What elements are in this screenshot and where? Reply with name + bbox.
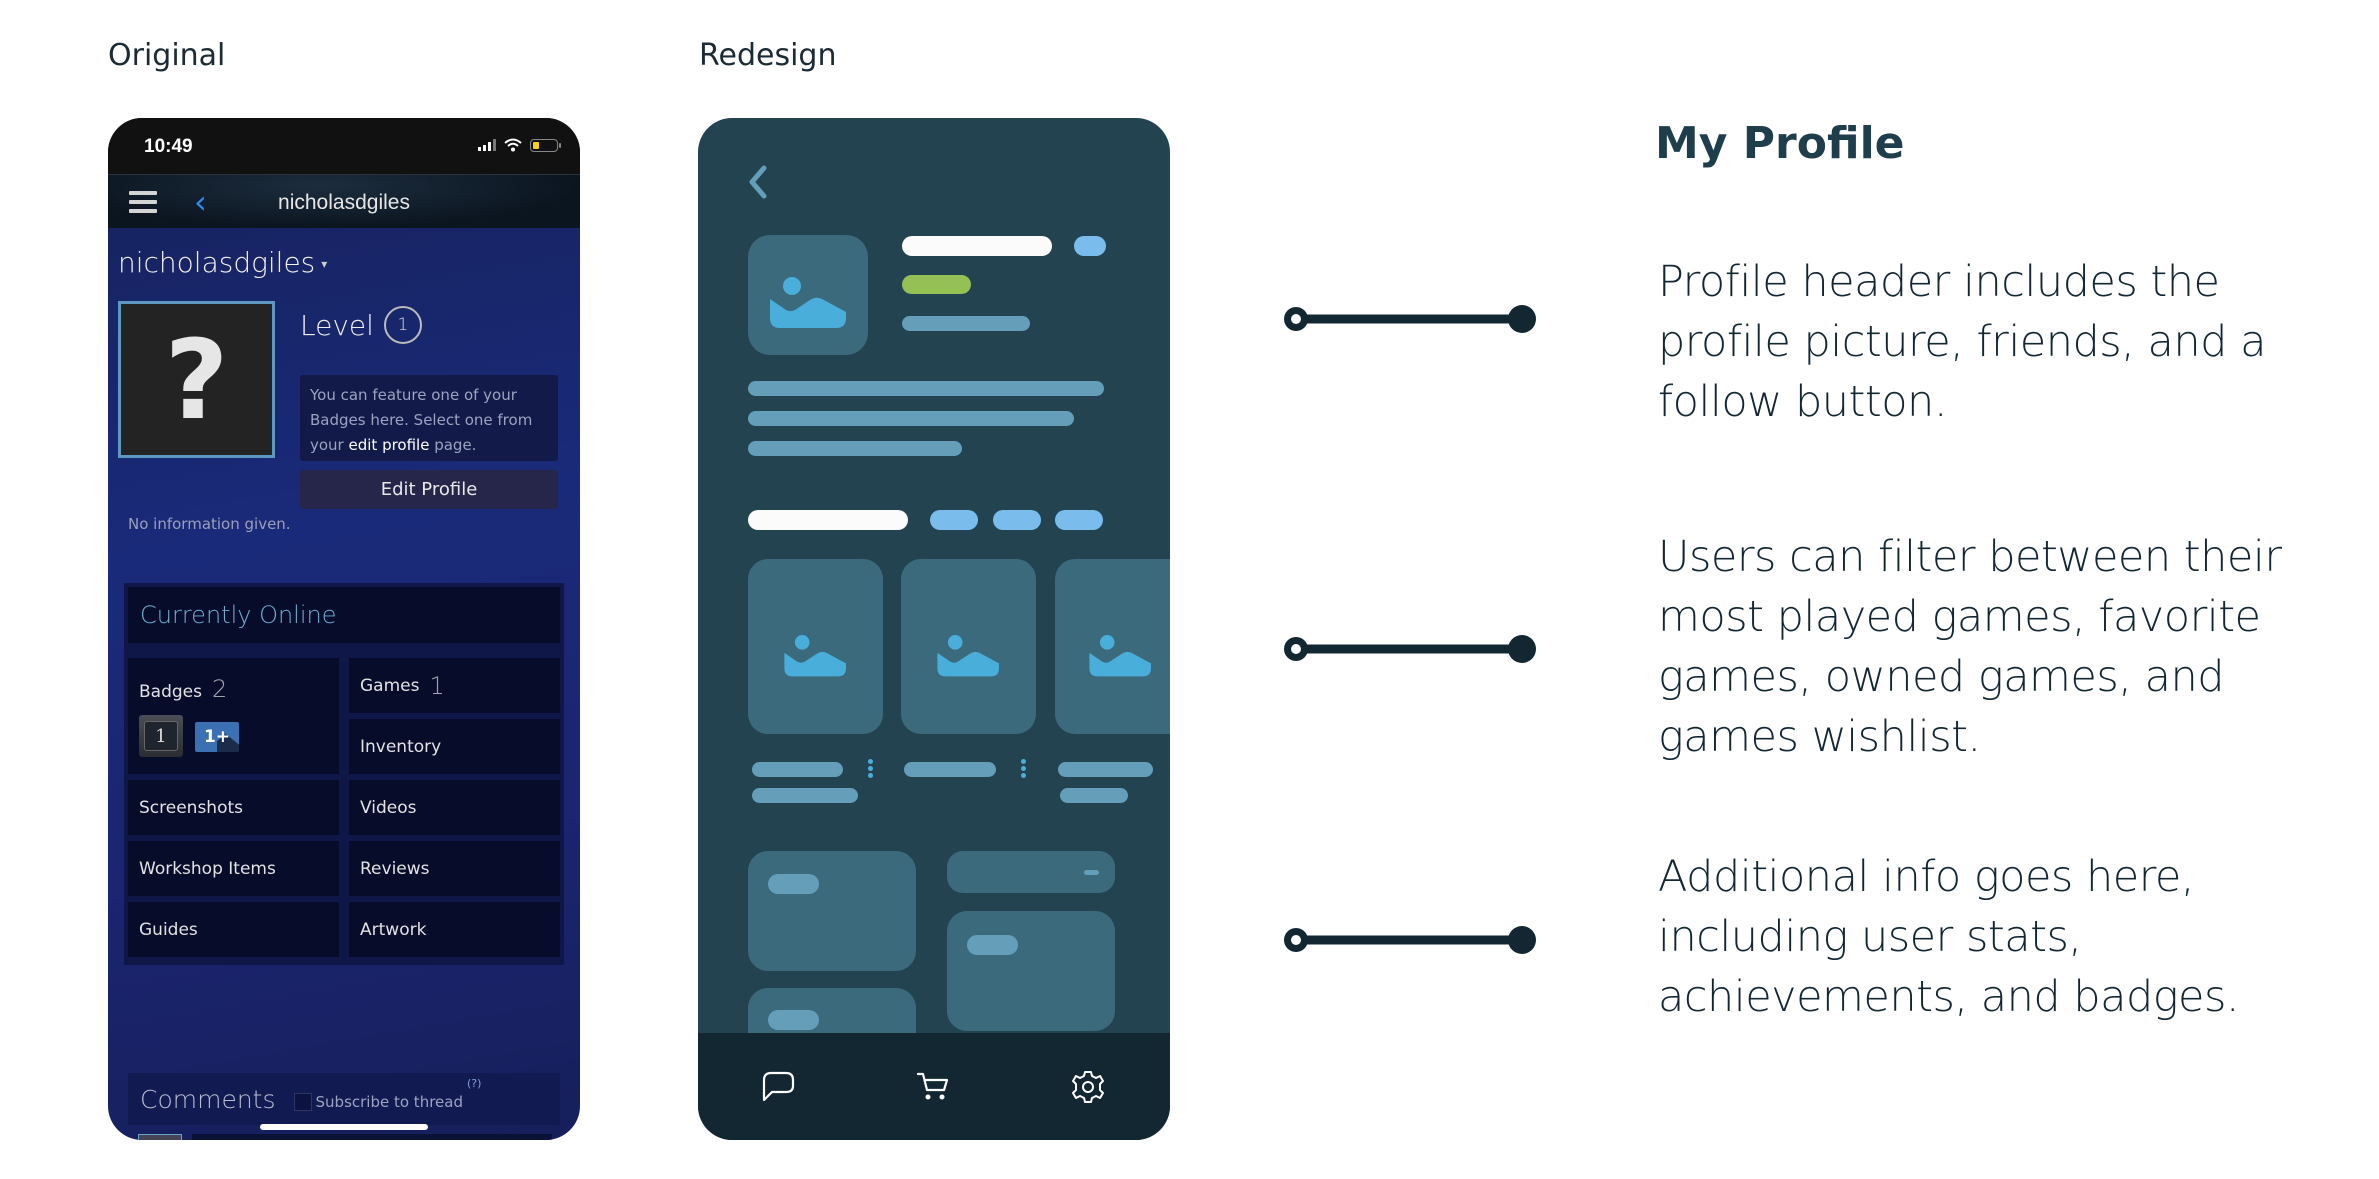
inventory-link[interactable]: Inventory	[349, 719, 560, 774]
feature-text-end: page.	[429, 436, 477, 454]
username-text: nicholasdgiles	[118, 246, 316, 279]
follow-button-placeholder[interactable]	[902, 275, 971, 294]
original-label: Original	[108, 38, 226, 73]
comment-input[interactable]	[192, 1134, 552, 1140]
image-icon	[1089, 635, 1151, 677]
game-card[interactable]	[901, 559, 1036, 734]
badges-count: 2	[211, 675, 228, 703]
card-label-placeholder	[967, 935, 1018, 955]
game-title-placeholder	[752, 762, 843, 777]
achievements-card[interactable]	[947, 851, 1115, 893]
chevron-left-icon[interactable]	[746, 164, 770, 200]
avatar: ?	[118, 301, 275, 458]
home-indicator	[260, 1124, 428, 1130]
reviews-link[interactable]: Reviews	[349, 841, 560, 896]
image-icon	[937, 635, 999, 677]
nav-title: nicholasdgiles	[278, 191, 410, 214]
bio-line	[748, 441, 962, 456]
artwork-link[interactable]: Artwork	[349, 902, 560, 957]
game-card[interactable]	[1055, 559, 1170, 734]
display-name-placeholder	[902, 236, 1052, 256]
annotation-connector-2	[1284, 635, 1536, 663]
filter-chip[interactable]	[930, 510, 978, 530]
game-title-placeholder	[1058, 762, 1153, 777]
redesign-phone-wireframe	[698, 118, 1170, 1140]
level-indicator: Level 1	[300, 306, 422, 344]
username-dropdown[interactable]: nicholasdgiles ▾	[118, 246, 327, 279]
featured-badge-hint: You can feature one of your Badges here.…	[300, 375, 558, 461]
badge-item[interactable]: 1	[139, 715, 183, 757]
image-icon	[784, 635, 846, 677]
status-time: 10:49	[144, 136, 193, 157]
bottom-tab-bar	[698, 1033, 1170, 1140]
comments-header: Comments Subscribe to thread (?)	[128, 1073, 560, 1125]
settings-gear-icon[interactable]	[1071, 1070, 1105, 1104]
badges-card[interactable]	[947, 911, 1115, 1031]
videos-link[interactable]: Videos	[349, 780, 560, 835]
game-meta-placeholder	[752, 788, 858, 803]
stats-card[interactable]	[748, 851, 916, 971]
edit-profile-link[interactable]: edit profile	[349, 436, 430, 454]
section-title-placeholder	[748, 510, 908, 530]
stats-grid: Badges 2 1 1+ Games 1 Inventory Screenshot…	[128, 658, 560, 957]
cart-icon[interactable]	[916, 1070, 950, 1104]
original-phone-screen: 10:49 ‹ nicholasdgiles nicholasdgiles ▾ ?…	[108, 118, 580, 1140]
annotation-connector-1	[1284, 305, 1536, 333]
caret-down-icon: ▾	[321, 257, 328, 271]
games-count: 1	[429, 671, 445, 700]
more-options-icon[interactable]	[868, 759, 874, 778]
online-status: Currently Online	[128, 587, 560, 643]
subtitle-placeholder	[902, 316, 1030, 331]
level-label: Level	[300, 308, 374, 342]
annotation-note: Users can filter between their most play…	[1658, 532, 2282, 762]
workshop-items-link[interactable]: Workshop Items	[128, 841, 339, 896]
annotation-note: Profile header includes the profile pict…	[1658, 257, 2266, 427]
avatar-placeholder-icon: ?	[164, 315, 229, 444]
screenshots-link[interactable]: Screenshots	[128, 780, 339, 835]
guides-link[interactable]: Guides	[128, 902, 339, 957]
subscribe-label[interactable]: Subscribe to thread	[316, 1093, 463, 1111]
badges-label: Badges	[139, 682, 202, 702]
image-icon	[770, 277, 846, 328]
games-label: Games	[360, 675, 420, 696]
bio-line	[748, 381, 1104, 396]
game-title-placeholder	[904, 762, 996, 777]
profile-summary: No information given.	[128, 515, 291, 533]
badge-item[interactable]: 1+	[195, 722, 239, 752]
badges-link[interactable]: Badges 2 1 1+	[128, 658, 339, 774]
card-label-placeholder	[1084, 870, 1099, 875]
level-badge: 1	[383, 306, 422, 344]
comments-title: Comments	[140, 1084, 276, 1114]
game-meta-placeholder	[1060, 788, 1128, 803]
top-nav-bar: ‹ nicholasdgiles	[108, 174, 580, 228]
game-card[interactable]	[748, 559, 883, 734]
more-options-icon[interactable]	[1021, 759, 1027, 778]
games-link[interactable]: Games 1	[349, 658, 560, 713]
help-link[interactable]: (?)	[467, 1077, 481, 1090]
profile-picture-placeholder	[748, 235, 868, 355]
status-bar: 10:49	[108, 118, 580, 174]
signal-icon	[478, 139, 496, 151]
annotation-title: My Profile	[1655, 118, 1905, 169]
profile-stats-panel: Currently Online Badges 2 1 1+ Games 1 Inv…	[124, 583, 564, 965]
friends-badge-placeholder[interactable]	[1074, 236, 1106, 256]
filter-chip[interactable]	[993, 510, 1041, 530]
subscribe-checkbox[interactable]	[293, 1093, 312, 1111]
chat-icon[interactable]	[760, 1070, 796, 1104]
wifi-icon	[504, 138, 522, 152]
edit-profile-button[interactable]: Edit Profile	[300, 470, 558, 509]
bio-line	[748, 411, 1074, 426]
battery-low-icon	[530, 138, 561, 152]
badge-list: 1 1+	[139, 715, 239, 757]
annotation-connector-3	[1284, 926, 1536, 954]
redesign-label: Redesign	[699, 38, 837, 73]
filter-chip[interactable]	[1055, 510, 1103, 530]
card-label-placeholder	[768, 1010, 819, 1030]
card-label-placeholder	[768, 874, 819, 894]
status-icons	[478, 138, 561, 152]
comment-avatar	[138, 1134, 182, 1140]
annotation-note: Additional info goes here, including use…	[1658, 852, 2240, 1022]
